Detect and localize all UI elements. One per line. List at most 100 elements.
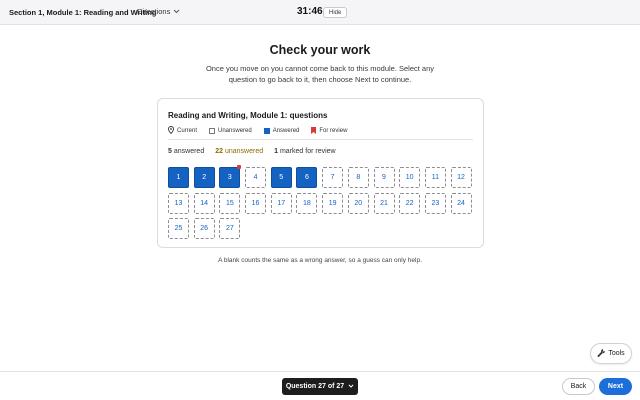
question-number: 15	[225, 199, 234, 207]
question-button[interactable]: 3	[219, 165, 242, 188]
question-number: 9	[382, 174, 386, 181]
page-title: Check your work	[269, 43, 371, 57]
legend-current: Current	[168, 126, 197, 136]
question-number: 12	[457, 174, 465, 181]
stat-answered: 5 answered	[168, 148, 204, 155]
unanswered-swatch-icon	[209, 128, 216, 134]
question-button[interactable]: 6	[296, 167, 318, 188]
question-number: 3	[227, 174, 232, 181]
answered-swatch-icon	[263, 128, 270, 134]
directions-button[interactable]: Directions	[137, 7, 180, 16]
stats-row: 5 answered 22 unanswered 1 marked for re…	[168, 148, 347, 155]
stat-unanswered: 22 unanswered	[215, 148, 263, 155]
question-button[interactable]: 21	[373, 192, 395, 214]
question-button[interactable]: 23	[424, 192, 446, 214]
stat-review: 1 marked for review	[274, 148, 336, 155]
bottom-bar: Question 27 of 27 Back Next	[0, 371, 640, 400]
question-button[interactable]: 11	[424, 167, 446, 188]
tools-label: Tools	[608, 350, 625, 357]
timer: 31:46	[297, 6, 323, 17]
question-button[interactable]: 25	[168, 218, 189, 240]
question-number: 6	[304, 174, 309, 181]
chevron-down-icon	[173, 7, 180, 16]
answered-count: 5	[168, 148, 172, 155]
chevron-down-icon	[348, 383, 354, 390]
question-grid: 1 2 3 4 5 6 7 8 9 10 11 12 13 14 15 16 17 18 19 20 21 22 23 24 2…	[168, 165, 472, 240]
question-navigator-button[interactable]: Question 27 of 27	[282, 378, 358, 395]
question-number: 11	[431, 174, 440, 181]
question-number: 16	[251, 199, 260, 207]
wrench-icon	[597, 348, 606, 359]
legend-answered: Answered	[263, 128, 300, 134]
question-button[interactable]: 8	[347, 167, 369, 188]
question-navigator-label: Question 27 of 27	[285, 383, 345, 390]
question-number: 13	[174, 199, 183, 207]
legend: Current Unanswered Answered For review	[168, 126, 359, 136]
instructions: Once you move on you cannot come back to…	[205, 64, 435, 84]
question-number: 23	[431, 199, 440, 207]
review-count: 1	[274, 148, 279, 155]
question-number: 17	[277, 199, 286, 207]
question-number: 8	[356, 174, 361, 181]
question-number: 20	[354, 199, 363, 207]
question-button[interactable]: 10	[399, 167, 421, 188]
question-button[interactable]: 18	[296, 192, 318, 214]
question-number: 5	[279, 174, 284, 181]
card-title: Reading and Writing, Module 1: questions	[168, 111, 328, 120]
bookmark-flag-icon	[311, 126, 317, 136]
question-button[interactable]: 17	[270, 192, 292, 214]
question-overview-card: Reading and Writing, Module 1: questions…	[157, 98, 484, 248]
question-button[interactable]: 12	[450, 167, 472, 188]
unanswered-count: 22	[215, 148, 224, 155]
question-number: 27	[225, 225, 234, 233]
back-button[interactable]: Back	[562, 378, 595, 395]
legend-unanswered-label: Unanswered	[218, 128, 252, 134]
question-number: 18	[303, 199, 311, 207]
question-number: 24	[457, 199, 465, 207]
tools-button[interactable]: Tools	[590, 343, 632, 364]
question-number: 14	[200, 199, 209, 207]
question-button[interactable]: 26	[193, 218, 215, 240]
question-button[interactable]: 16	[245, 192, 267, 214]
question-button[interactable]: 20	[347, 192, 369, 214]
question-number: 26	[200, 225, 209, 233]
legend-current-label: Current	[177, 128, 198, 134]
question-button[interactable]: 13	[168, 192, 189, 214]
legend-review: For review	[311, 126, 348, 136]
question-number: 7	[330, 174, 335, 181]
legend-unanswered: Unanswered	[209, 128, 252, 134]
question-number: 2	[202, 174, 207, 181]
question-button[interactable]: 2	[193, 167, 215, 188]
directions-label: Directions	[137, 7, 171, 16]
guess-note: A blank counts the same as a wrong answe…	[218, 257, 422, 264]
question-number: 10	[405, 174, 414, 181]
question-button[interactable]: 4	[245, 167, 267, 188]
review-flag-icon	[237, 165, 242, 169]
question-number: 4	[253, 174, 258, 181]
location-pin-icon	[168, 126, 174, 136]
question-number: 1	[176, 174, 181, 181]
top-bar: Section 1, Module 1: Reading and Writing…	[0, 0, 640, 25]
section-title: Section 1, Module 1: Reading and Writing	[9, 8, 157, 17]
legend-review-label: For review	[319, 128, 348, 134]
answered-label: answered	[173, 148, 205, 155]
review-label: marked for review	[279, 148, 336, 155]
question-button[interactable]: 7	[322, 167, 344, 188]
question-number: 21	[380, 199, 388, 207]
question-number: 25	[174, 225, 183, 233]
question-button[interactable]: 22	[399, 192, 421, 214]
question-button[interactable]: 15	[219, 192, 241, 214]
question-number: 19	[328, 199, 337, 207]
question-button[interactable]: 24	[450, 192, 472, 214]
question-button[interactable]: 27	[219, 218, 241, 240]
divider	[168, 139, 473, 140]
legend-answered-label: Answered	[272, 128, 300, 134]
question-button[interactable]: 14	[193, 192, 215, 214]
question-button[interactable]: 9	[373, 167, 395, 188]
unanswered-label: unanswered	[224, 148, 264, 155]
question-button[interactable]: 1	[168, 167, 189, 188]
hide-timer-button[interactable]: Hide	[323, 7, 348, 18]
question-button[interactable]: 19	[322, 192, 344, 214]
next-button[interactable]: Next	[599, 378, 632, 395]
question-button[interactable]: 5	[270, 167, 292, 188]
